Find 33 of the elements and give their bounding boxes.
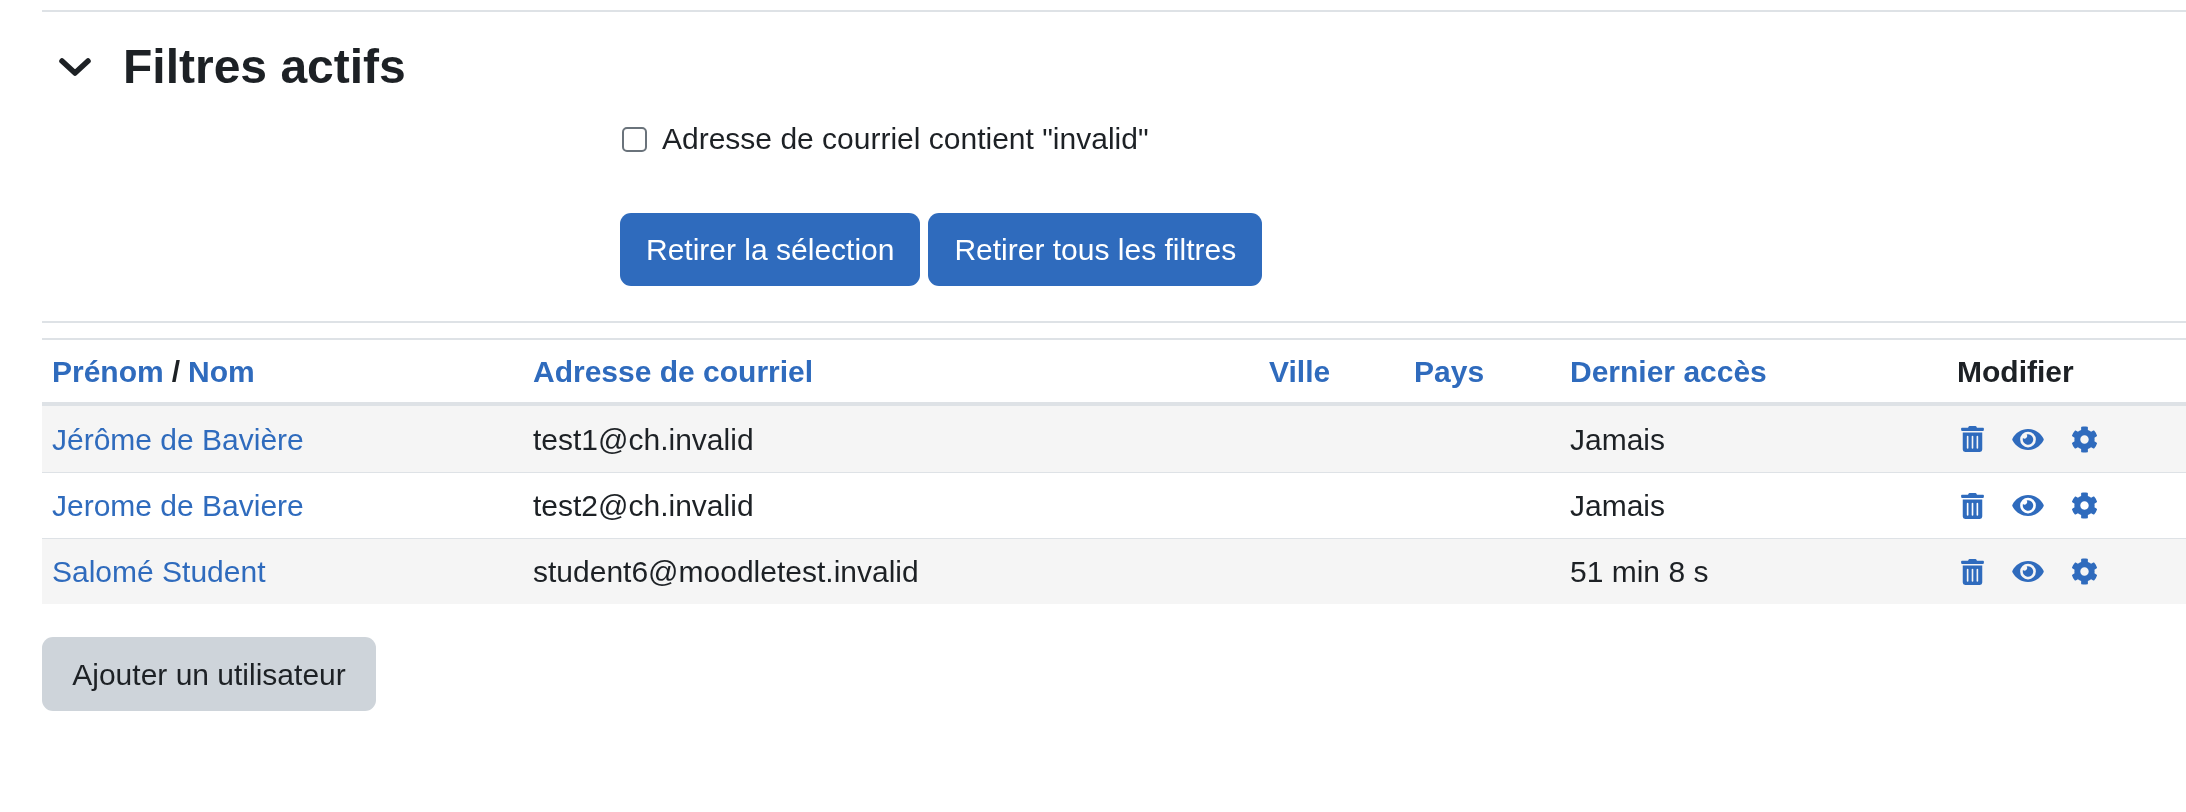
eye-icon[interactable] [2012,428,2044,450]
table-cell-text: Jamais [1570,488,1666,524]
sort-link[interactable]: Pays [1414,348,1485,394]
section-heading: Filtres actifs [123,39,406,95]
gear-icon[interactable] [2071,492,2098,519]
sort-link[interactable]: Adresse de courriel [533,348,814,394]
user-name-link[interactable]: Jerome de Baviere [52,483,304,528]
sort-link[interactable]: Dernier accès [1570,348,1767,394]
column-header: Modifier [1957,353,2074,390]
user-name-link[interactable]: Salomé Student [52,549,266,594]
table-cell-text: Jamais [1570,421,1666,458]
separator-text: / [171,353,181,390]
filter-button[interactable]: Retirer tous les filtres [928,213,1263,286]
trash-icon[interactable] [1961,558,1984,585]
trash-icon[interactable] [1961,426,1984,452]
chevron-icon[interactable] [58,57,92,77]
table-cell-text: test2@ch.invalid [533,488,754,524]
checkbox[interactable] [622,126,647,152]
table-cell-text: test1@ch.invalid [533,421,754,458]
filter-label: Adresse de courriel contient "invalid" [662,121,1149,157]
filter-button[interactable]: Retirer la sélection [620,213,921,286]
table-cell-text: student6@moodletest.invalid [533,554,919,590]
eye-icon[interactable] [2012,495,2044,516]
sort-link[interactable]: Prénom [52,348,164,394]
sort-link[interactable]: Ville [1269,348,1331,394]
user-name-link[interactable]: Jérôme de Bavière [52,416,304,462]
trash-icon[interactable] [1961,492,1984,519]
add-user-button[interactable]: Ajouter un utilisateur [42,637,376,711]
eye-icon[interactable] [2012,561,2044,582]
gear-icon[interactable] [2071,558,2098,585]
sort-link[interactable]: Nom [188,348,255,394]
table-cell-text: 51 min 8 s [1570,554,1709,590]
gear-icon[interactable] [2071,425,2098,453]
